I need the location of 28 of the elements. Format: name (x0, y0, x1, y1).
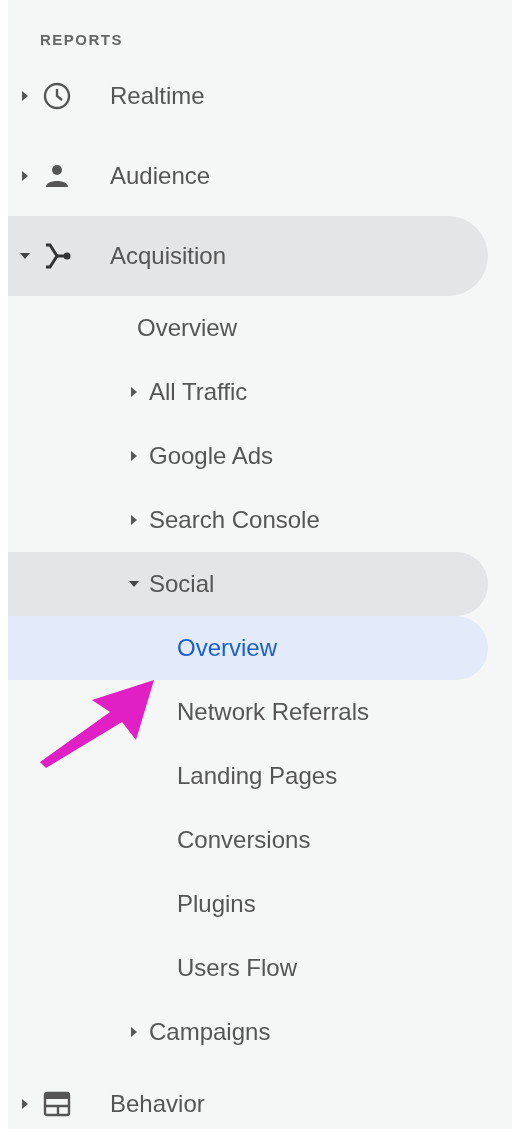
nav-item[interactable]: Behavior (8, 1064, 488, 1129)
nav-item[interactable]: Overview (8, 296, 488, 360)
layout-icon (42, 1089, 72, 1119)
caret-right-icon (129, 515, 139, 525)
caret-right-icon (20, 1099, 30, 1109)
caret-right-icon (129, 1027, 139, 1037)
nav-item[interactable]: Audience (8, 136, 488, 216)
clock-icon (42, 81, 72, 111)
caret-right-icon (20, 91, 30, 101)
section-title: REPORTS (39, 30, 124, 50)
nav-item[interactable]: Acquisition (8, 216, 488, 296)
nav-item[interactable]: Overview (8, 616, 488, 680)
nav-item[interactable]: Realtime (8, 56, 488, 136)
nav-item[interactable]: Landing Pages (8, 744, 488, 808)
caret-down-icon (20, 251, 30, 261)
caret-right-icon (20, 171, 30, 181)
caret-right-icon (129, 451, 139, 461)
caret-right-icon (129, 387, 139, 397)
nav-item[interactable]: Campaigns (8, 1000, 488, 1064)
nav-item[interactable]: Plugins (8, 872, 488, 936)
nav-item[interactable]: Google Ads (8, 424, 488, 488)
nav-item[interactable]: Conversions (8, 808, 488, 872)
nav-item[interactable]: Users Flow (8, 936, 488, 1000)
nav-item[interactable]: Social (8, 552, 488, 616)
nav-item[interactable]: Search Console (8, 488, 488, 552)
nav-item[interactable]: All Traffic (8, 360, 488, 424)
caret-down-icon (129, 579, 139, 589)
nav-item[interactable]: Network Referrals (8, 680, 488, 744)
